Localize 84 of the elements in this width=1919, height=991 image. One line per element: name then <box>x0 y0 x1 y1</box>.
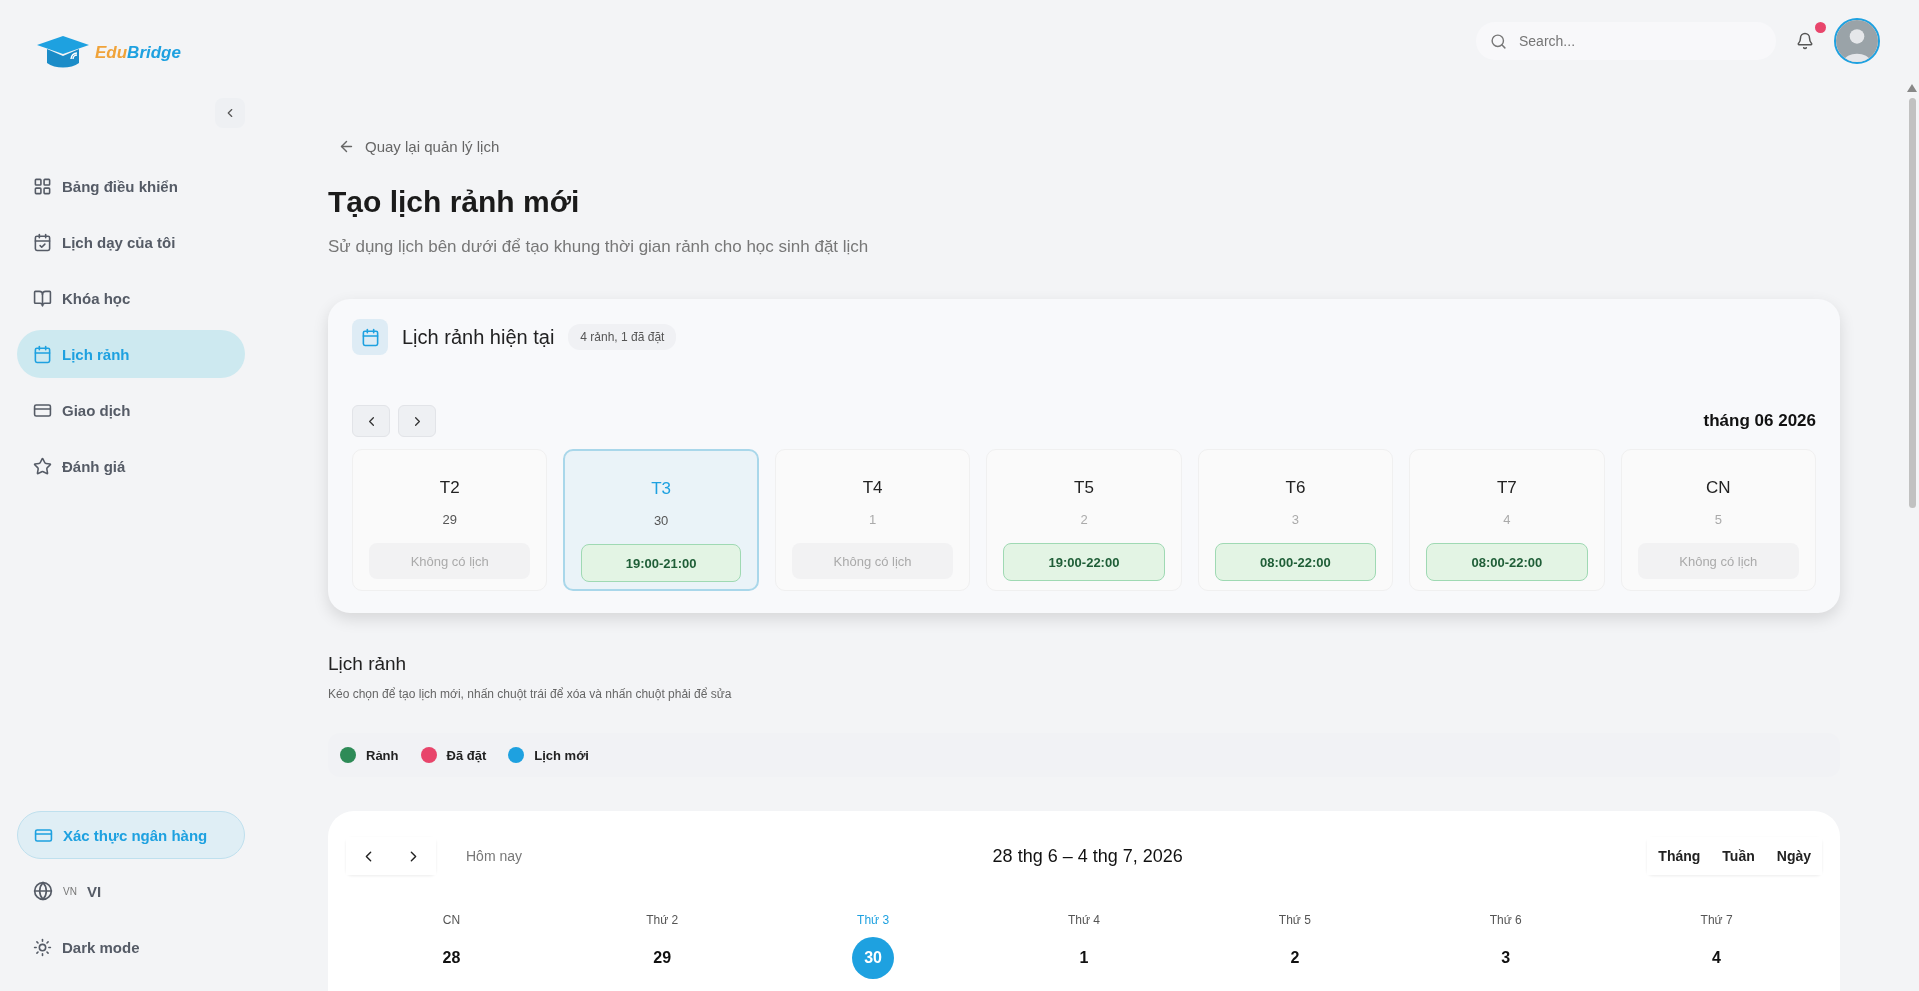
date-label: 4 <box>1503 512 1511 527</box>
month-label: tháng 06 2026 <box>1703 411 1816 431</box>
date-label: 29 <box>442 512 457 527</box>
weekday-label: CN <box>442 913 461 927</box>
date-number[interactable]: 2 <box>1273 937 1316 979</box>
previous-button[interactable] <box>352 405 390 437</box>
date-range: 28 thg 6 – 4 thg 7, 2026 <box>991 845 1184 867</box>
legend-item: Đã đặt <box>420 747 487 763</box>
section-title: Lịch rảnh <box>328 653 408 675</box>
count-badge: 4 rảnh, 1 đã đặt <box>568 324 677 350</box>
legend-item: Lịch mới <box>508 747 589 763</box>
sidebar-item[interactable]: Đánh giá <box>17 442 245 490</box>
weekday-label: T4 <box>862 478 883 498</box>
book-icon <box>33 288 52 308</box>
card-title: Lịch rảnh hiện tại <box>402 325 555 349</box>
weekday-label: T7 <box>1496 478 1517 498</box>
weekday-label: Thứ 2 <box>646 913 679 927</box>
globe-icon[interactable] <box>33 881 53 901</box>
weekday-label: Thứ 6 <box>1489 913 1522 927</box>
date-label: 30 <box>653 513 669 528</box>
view-tab[interactable]: Tuần <box>1711 837 1766 875</box>
sidebar-item[interactable]: Giao dịch <box>17 386 245 434</box>
weekday-label: CN <box>1706 478 1731 498</box>
date-number[interactable]: 29 <box>641 937 684 979</box>
date-label: 5 <box>1714 512 1722 527</box>
country-code: VN <box>63 885 77 897</box>
day-card[interactable]: T7 4 08:00-22:00 <box>1409 449 1605 591</box>
weekday-label: Thứ 3 <box>857 913 890 927</box>
weekday-label: T5 <box>1074 478 1094 498</box>
weekday-label: T3 <box>651 479 672 499</box>
star-icon <box>33 456 52 476</box>
day-card[interactable]: T3 30 19:00-21:00 <box>563 449 759 591</box>
time-slot: 19:00-21:00 <box>581 544 741 582</box>
empty-slot: Không có lịch <box>1637 543 1799 579</box>
language-label[interactable]: VI <box>86 882 102 900</box>
sidebar-item[interactable]: Bảng điều khiển <box>17 162 245 210</box>
date-label: 3 <box>1291 512 1300 527</box>
day-card[interactable]: T4 1 Không có lịch <box>774 449 971 591</box>
weekday-label: Thứ 4 <box>1067 913 1100 927</box>
legend-item: Rảnh <box>340 747 399 763</box>
empty-slot: Không có lịch <box>791 543 954 579</box>
weekday-label: Thứ 7 <box>1700 913 1733 927</box>
date-number[interactable]: 1 <box>1063 937 1105 979</box>
time-slot: 08:00-22:00 <box>1426 543 1588 581</box>
time-slot: 19:00-22:00 <box>1003 543 1165 581</box>
scrollbar-thumb[interactable] <box>1908 98 1916 508</box>
date-label: 1 <box>868 512 877 527</box>
section-hint: Kéo chọn để tạo lịch mới, nhấn chuột trái để xóa và nhấn chuột phải để sửa <box>328 687 733 701</box>
avatar[interactable] <box>1834 18 1880 64</box>
date-number[interactable]: 3 <box>1484 937 1527 979</box>
day-card[interactable]: CN 5 Không có lịch <box>1620 449 1816 591</box>
search-field[interactable]: Search... <box>1476 22 1776 60</box>
sidebar-item[interactable]: Lịch dạy của tôi <box>17 218 245 266</box>
bell-icon[interactable] <box>1796 32 1814 50</box>
sun-icon <box>33 937 52 957</box>
day-card[interactable]: T5 2 19:00-22:00 <box>986 449 1182 591</box>
date-number[interactable]: 4 <box>1695 937 1738 979</box>
time-slot: 08:00-22:00 <box>1214 543 1377 581</box>
scroll-up-icon[interactable] <box>1907 84 1917 92</box>
weekday-label: T6 <box>1285 478 1306 498</box>
weekday-label: Thứ 5 <box>1278 913 1311 927</box>
brand-name: EduBridge <box>95 43 181 63</box>
grid-icon <box>33 176 52 196</box>
next-button[interactable] <box>398 405 436 437</box>
weekday-label: T2 <box>439 478 460 498</box>
collapse-button[interactable] <box>215 98 245 128</box>
date-number[interactable]: 28 <box>430 937 473 979</box>
dark-mode-toggle[interactable]: Dark mode <box>17 923 245 971</box>
calendar-icon <box>33 344 52 364</box>
empty-slot: Không có lịch <box>369 543 531 579</box>
day-card[interactable]: T2 29 Không có lịch <box>352 449 548 591</box>
calendar-icon <box>352 319 388 355</box>
view-tab[interactable]: Tháng <box>1647 837 1712 875</box>
date-label: 2 <box>1080 512 1088 527</box>
view-tab[interactable]: Ngày <box>1765 837 1822 875</box>
back-link[interactable]: Quay lại quản lý lịch <box>338 138 1840 155</box>
day-card[interactable]: T6 3 08:00-22:00 <box>1197 449 1394 591</box>
search-input[interactable]: Search... <box>1517 32 1762 50</box>
search-icon <box>1490 32 1507 50</box>
today-button[interactable]: Hôm nay <box>460 847 529 865</box>
calendar-check-icon <box>33 232 52 252</box>
page-title: Tạo lịch rảnh mới <box>328 185 581 219</box>
page-subtitle: Sử dụng lịch bên dưới để tạo khung thời gian rảnh cho học sinh đặt lịch <box>328 237 870 257</box>
sidebar-item[interactable]: Khóa học <box>17 274 245 322</box>
